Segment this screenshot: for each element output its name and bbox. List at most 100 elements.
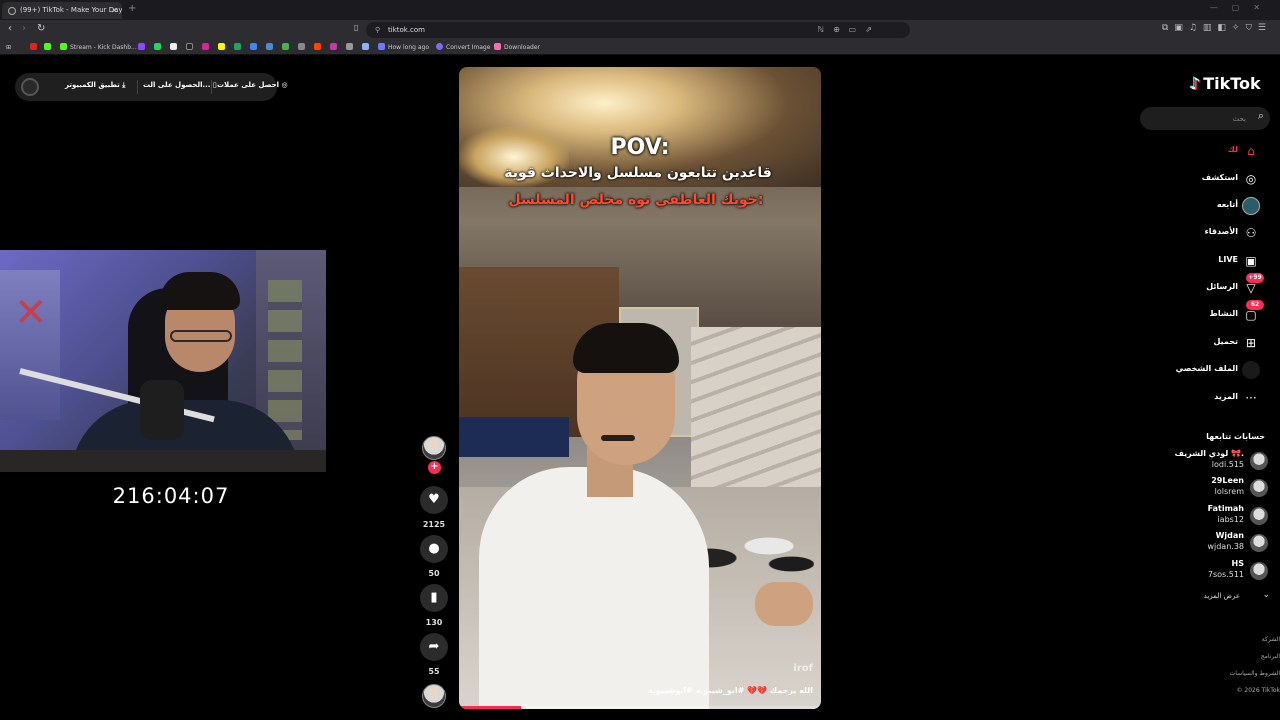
page-bookmark-icon[interactable] — [346, 43, 356, 52]
download-icon: ⤓ — [122, 81, 126, 89]
tiktok-logo[interactable]: ♪ TikTok — [1190, 74, 1261, 93]
nav-profile[interactable]: الملف الشخصي — [1140, 359, 1270, 381]
reload-icon[interactable]: ↻ — [37, 23, 45, 34]
nav-for-you[interactable]: لك ⌂ — [1140, 140, 1270, 162]
twitch-bookmark-icon[interactable] — [138, 43, 148, 52]
bookmark-icon: ▮ — [430, 590, 438, 605]
reddit-bookmark-icon[interactable] — [314, 43, 324, 52]
nav-upload[interactable]: تحميل ⊞ — [1140, 332, 1270, 354]
forward-icon[interactable]: › — [22, 23, 26, 34]
bookmark-label: Convert Image — [446, 44, 491, 51]
following-account[interactable]: Fatimah iabs12 — [1140, 504, 1270, 530]
shelf-items — [268, 280, 302, 440]
sheets-bookmark-icon[interactable] — [266, 43, 276, 52]
bookmark-kick-dashboard[interactable]: Stream - Kick Dashb... — [60, 43, 137, 52]
browser-tab[interactable]: (99+) TikTok - Make Your Day ✕ — [2, 2, 122, 19]
video-description[interactable]: الله يرحمك 💔💔 #ابو_شيبوبه #ابوشيبوبه — [648, 686, 813, 695]
following-account[interactable]: Wjdan wjdan.38 — [1140, 531, 1270, 557]
tiktok-note-icon: ♪ — [1190, 74, 1201, 93]
whatsapp-bookmark-icon[interactable] — [154, 43, 164, 52]
nav-explore[interactable]: استكشف ◎ — [1140, 168, 1270, 190]
video-player[interactable]: POV: قاعدين تتابعون مسلسل والاحداث قوية … — [459, 67, 821, 709]
share-icon[interactable]: ⇗ — [865, 22, 872, 38]
following-account[interactable]: لودي الشريف 🎀. lodi.515 — [1140, 449, 1270, 475]
drive-bookmark-icon[interactable] — [234, 43, 244, 52]
logo-text: TikTok — [1203, 74, 1261, 93]
desktop-app-button[interactable]: تطبيق الكمبيوتر ⤓ — [65, 81, 125, 90]
translate-icon[interactable]: ℕ — [818, 22, 824, 38]
desktop-app-label: تطبيق الكمبيوتر — [65, 81, 120, 89]
chevron-down-icon[interactable]: ⌄ — [1262, 590, 1270, 600]
calendar-icon — [378, 43, 385, 50]
search-icon[interactable]: ⌕ — [1258, 109, 1264, 123]
video-progress-bar[interactable] — [459, 706, 821, 709]
account-avatar[interactable] — [21, 78, 39, 96]
extension-bookmark-icon[interactable] — [282, 43, 292, 52]
profile-icon — [1242, 361, 1260, 379]
streamer-hair — [160, 272, 240, 310]
apps-icon[interactable]: ⊞ — [6, 43, 11, 52]
nav-more[interactable]: المزيد ··· — [1140, 387, 1270, 409]
stream-timer: 216:04:07 — [112, 484, 230, 508]
share-button[interactable]: ➦ — [420, 633, 448, 661]
person-hair — [573, 323, 679, 373]
streamer-glasses — [170, 330, 232, 342]
docs-bookmark-icon[interactable] — [250, 43, 260, 52]
bookmark-page-icon[interactable]: ▯ — [354, 23, 358, 32]
translate-bookmark-icon[interactable] — [362, 43, 372, 52]
tiktok-bookmark-icon[interactable] — [186, 43, 196, 52]
comment-button[interactable]: ● — [420, 535, 448, 563]
following-account[interactable]: HS 7sos.511 — [1140, 559, 1270, 585]
kick-bookmark-icon[interactable] — [44, 43, 54, 52]
url-field[interactable]: ⚲ tiktok.com ℕ ⊕ ▭ ⇗ — [366, 22, 910, 38]
compass-icon: ◎ — [1245, 172, 1257, 186]
window-controls[interactable]: —▢✕ — [1210, 3, 1274, 12]
back-icon[interactable]: ‹ — [8, 23, 12, 34]
nav-activity[interactable]: النشاط ▢ 62 — [1140, 300, 1270, 326]
instagram-bookmark-icon[interactable] — [202, 43, 212, 52]
x-bookmark-icon[interactable] — [170, 43, 180, 52]
see-more-link[interactable]: عرض المزيد — [1204, 592, 1240, 600]
search-input[interactable] — [1148, 110, 1246, 127]
live-icon: ▣ — [1245, 254, 1257, 268]
account-name: HS — [1231, 559, 1244, 568]
heart-icon: ♥ — [428, 492, 440, 507]
zoom-icon[interactable]: ⊕ — [833, 22, 840, 38]
creator-avatar[interactable] — [422, 436, 446, 460]
nav-messages[interactable]: الرسائل ▽ +99 — [1140, 273, 1270, 299]
nav-live[interactable]: LIVE ▣ — [1140, 250, 1270, 272]
new-tab-icon[interactable]: + — [128, 3, 136, 14]
following-accounts-title: حسابات تتابعها — [1206, 432, 1265, 441]
footer-link-terms[interactable]: الشروط والسياسات — [1140, 665, 1280, 682]
extensions-toolbar[interactable]: ⧉▣♫▥◧✧⛉☰ — [1162, 23, 1272, 33]
like-count: 2125 — [422, 520, 446, 529]
github-bookmark-icon[interactable] — [298, 43, 308, 52]
nav-label: الملف الشخصي — [1175, 364, 1238, 373]
s-bookmark-icon[interactable] — [330, 43, 340, 52]
like-button[interactable]: ♥ — [420, 486, 448, 514]
get-coins-label: احصل على عملات — [217, 81, 280, 89]
person-mustache — [601, 435, 635, 441]
sound-avatar[interactable] — [422, 684, 446, 708]
save-button[interactable]: ▮ — [420, 584, 448, 612]
nav-label: النشاط — [1209, 309, 1238, 318]
snapchat-bookmark-icon[interactable] — [218, 43, 228, 52]
footer-link-company[interactable]: الشركة — [1140, 631, 1280, 648]
cast-icon[interactable]: ▭ — [848, 22, 856, 38]
bookmark-downloader[interactable]: Downloader — [494, 43, 540, 52]
get-coins-button[interactable]: احصل على عملات ◎ — [217, 81, 288, 89]
get-app-label: الحصول على الت... — [143, 81, 211, 89]
nav-following[interactable]: أتابعه — [1140, 195, 1270, 217]
get-app-button[interactable]: الحصول على الت... ▯ — [143, 81, 217, 89]
close-tab-icon[interactable]: ✕ — [111, 2, 118, 19]
site-info-icon[interactable]: ⚲ — [375, 22, 380, 38]
bookmark-how-long-ago[interactable]: How long ago — [378, 43, 429, 52]
follow-plus-icon[interactable]: + — [428, 461, 441, 474]
bookmark-convert-image[interactable]: Convert Image — [436, 43, 490, 52]
footer-link-program[interactable]: البرنامج — [1140, 648, 1280, 665]
following-account[interactable]: 29Leen lolsrem — [1140, 476, 1270, 502]
nav-friends[interactable]: الأصدقاء ⚇ — [1140, 222, 1270, 244]
account-avatar — [1250, 452, 1268, 470]
youtube-bookmark-icon[interactable] — [30, 43, 40, 52]
account-handle: wjdan.38 — [1207, 542, 1244, 551]
